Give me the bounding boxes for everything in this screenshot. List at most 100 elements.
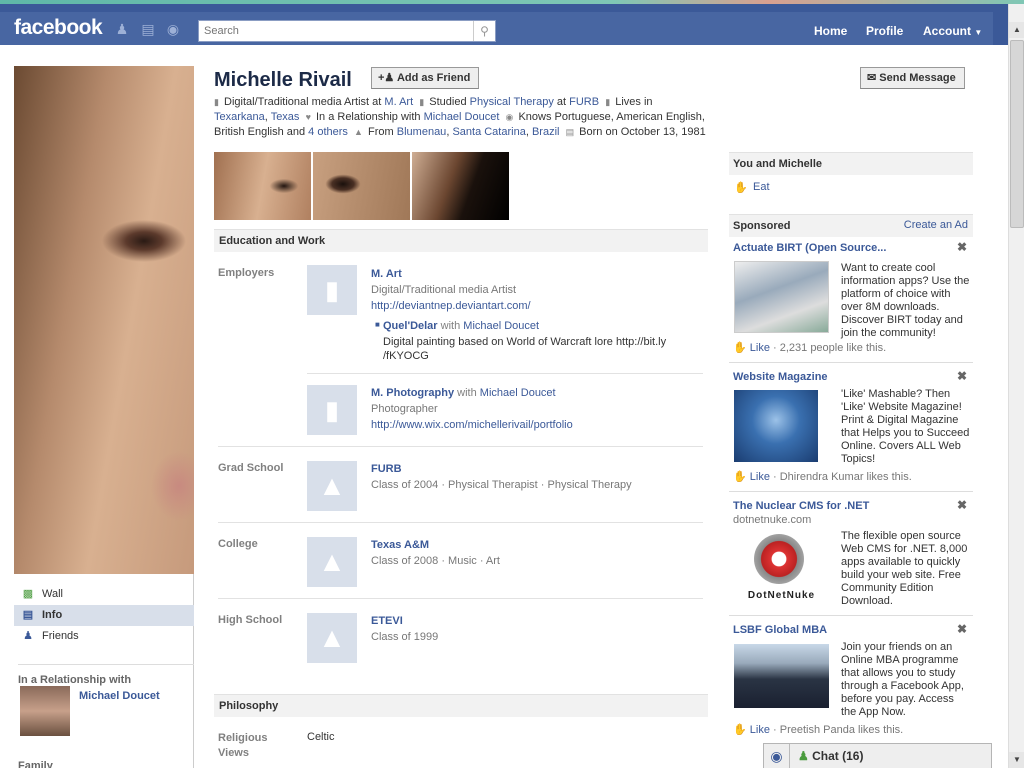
school-thumb[interactable]: ▲ xyxy=(307,461,357,511)
photo-thumb[interactable] xyxy=(214,152,311,220)
divider xyxy=(218,446,703,447)
college-link[interactable]: Texas A&M xyxy=(371,539,429,551)
nav-profile[interactable]: Profile xyxy=(866,24,903,38)
relationship-link[interactable]: Michael Doucet xyxy=(424,111,500,123)
high-school-link[interactable]: ETEVI xyxy=(371,615,403,627)
knows-others-link[interactable]: 4 others xyxy=(308,126,348,138)
nav-wall[interactable]: ▩ Wall xyxy=(14,584,194,605)
wall-icon: ▩ xyxy=(22,588,34,600)
briefcase-icon: ▮ xyxy=(324,394,340,425)
facebook-logo[interactable]: facebook xyxy=(14,16,103,40)
work-link[interactable]: M. Art xyxy=(384,96,413,108)
project-with-link[interactable]: Michael Doucet xyxy=(463,320,539,332)
divider xyxy=(729,615,973,616)
common-interest-link[interactable]: Eat xyxy=(753,181,770,193)
employer2-with: with xyxy=(457,387,477,399)
ad-title-link[interactable]: Website Magazine xyxy=(733,371,828,383)
scroll-thumb[interactable] xyxy=(1010,40,1024,228)
profile-picture[interactable] xyxy=(14,66,194,574)
send-message-label: Send Message xyxy=(879,72,956,84)
school-thumb[interactable]: ▲ xyxy=(307,537,357,587)
ad-title-link[interactable]: Actuate BIRT (Open Source... xyxy=(733,242,886,254)
globe-icon[interactable]: ◉ xyxy=(764,744,790,768)
ad-like-link[interactable]: Like xyxy=(750,724,770,736)
ad-title-link[interactable]: The Nuclear CMS for .NET xyxy=(733,500,869,512)
scrollbar[interactable]: ▲ ▼ xyxy=(1008,4,1024,768)
info-icon: ▤ xyxy=(22,609,34,621)
close-icon[interactable]: ✖ xyxy=(957,369,967,383)
add-friend-icon: +♟ xyxy=(378,72,395,84)
from-state-link[interactable]: Santa Catarina xyxy=(452,126,525,138)
ad-title-link[interactable]: LSBF Global MBA xyxy=(733,624,827,636)
nav-account[interactable]: Account ▼ xyxy=(923,24,982,38)
from-country-link[interactable]: Brazil xyxy=(532,126,560,138)
add-friend-label: Add as Friend xyxy=(396,72,471,84)
scroll-up-arrow-icon[interactable]: ▲ xyxy=(1009,22,1024,38)
college-label: College xyxy=(218,538,258,550)
search-input[interactable] xyxy=(199,21,469,41)
friend-requests-icon[interactable]: ♟ xyxy=(113,21,131,37)
employer2-with-link[interactable]: Michael Doucet xyxy=(480,387,556,399)
ad-like-line: ✋ Like · 2,231 people like this. xyxy=(733,342,887,354)
ad-like-line: ✋ Like · Dhirendra Kumar likes this. xyxy=(733,471,912,483)
language-icon: ◉ xyxy=(505,112,514,122)
employer-title-link[interactable]: M. Art xyxy=(371,268,402,280)
ad-image[interactable]: DotNetNuke xyxy=(734,532,829,604)
school-thumb[interactable]: ▲ xyxy=(307,613,357,663)
search-box[interactable]: ⚲ xyxy=(198,20,496,42)
employer2-title-link[interactable]: M. Photography xyxy=(371,387,454,399)
close-icon[interactable]: ✖ xyxy=(957,498,967,512)
thumbs-up-icon: ✋ xyxy=(733,724,747,736)
friends-icon: ♟ xyxy=(23,630,33,642)
ad-like-line: ✋ Like · Preetish Panda likes this. xyxy=(733,724,904,736)
ad-like-link[interactable]: Like xyxy=(750,471,770,483)
ad-like-link[interactable]: Like xyxy=(750,342,770,354)
nav-info-label: Info xyxy=(42,609,63,621)
ad-image[interactable] xyxy=(734,261,829,333)
nav-home[interactable]: Home xyxy=(814,24,847,38)
employer-url-link[interactable]: http://deviantnep.deviantart.com/ xyxy=(371,300,531,312)
nav-friends[interactable]: ♟ Friends xyxy=(14,626,194,647)
ad-like-count: 2,231 people like this. xyxy=(779,342,887,354)
photo-thumb[interactable] xyxy=(412,152,509,220)
close-icon[interactable]: ✖ xyxy=(957,240,967,254)
employer-thumb[interactable]: ▮ xyxy=(307,385,357,435)
add-friend-button[interactable]: +♟ Add as Friend xyxy=(371,67,480,89)
send-message-button[interactable]: ✉ Send Message xyxy=(860,67,965,89)
study-link[interactable]: Physical Therapy xyxy=(470,96,554,108)
grad-school-link[interactable]: FURB xyxy=(371,463,402,475)
message-icon: ✉ xyxy=(867,72,877,84)
education-work-header: Education and Work xyxy=(214,229,708,252)
nav-info[interactable]: ▤ Info xyxy=(14,605,194,626)
relationship-heading: In a Relationship with xyxy=(18,664,194,686)
partner-name-link[interactable]: Michael Doucet xyxy=(79,690,160,702)
chat-label: ♟ Chat (16) xyxy=(798,749,863,763)
close-icon[interactable]: ✖ xyxy=(957,622,967,636)
messages-icon[interactable]: ▤ xyxy=(139,21,157,37)
ad-image[interactable] xyxy=(734,390,818,462)
search-icon[interactable]: ⚲ xyxy=(473,21,495,41)
employer-thumb[interactable]: ▮ xyxy=(307,265,357,315)
hometown-icon: ▲ xyxy=(354,127,363,137)
graduation-cap-icon: ▲ xyxy=(318,546,346,577)
ad-body: Join your friends on an Online MBA progr… xyxy=(841,641,964,718)
create-ad-link[interactable]: Create an Ad xyxy=(904,219,968,231)
relationship-text: In a Relationship with xyxy=(315,111,421,123)
graduation-cap-icon: ▲ xyxy=(318,470,346,501)
ad-image[interactable] xyxy=(734,644,829,708)
scroll-down-arrow-icon[interactable]: ▼ xyxy=(1009,752,1024,768)
school-link[interactable]: FURB xyxy=(569,96,599,108)
lives-city-link[interactable]: Texarkana xyxy=(214,111,265,123)
project-link[interactable]: Quel'Delar xyxy=(383,320,438,332)
notifications-globe-icon[interactable]: ◉ xyxy=(164,21,182,37)
lives-state-link[interactable]: Texas xyxy=(271,111,300,123)
religious-views-value: Celtic xyxy=(307,731,335,743)
ad-body: The flexible open source Web CMS for .NE… xyxy=(841,530,968,607)
partner-avatar[interactable] xyxy=(20,686,70,736)
college-details: Class of 2008 · Music · Art xyxy=(371,555,500,567)
photo-thumb[interactable] xyxy=(313,152,410,220)
employer2-url-link[interactable]: http://www.wix.com/michellerivail/portfo… xyxy=(371,419,573,431)
from-city-link[interactable]: Blumenau xyxy=(397,126,447,138)
chat-bar[interactable]: ◉ ♟ Chat (16) xyxy=(763,743,992,768)
nav-wall-label: Wall xyxy=(42,588,63,600)
